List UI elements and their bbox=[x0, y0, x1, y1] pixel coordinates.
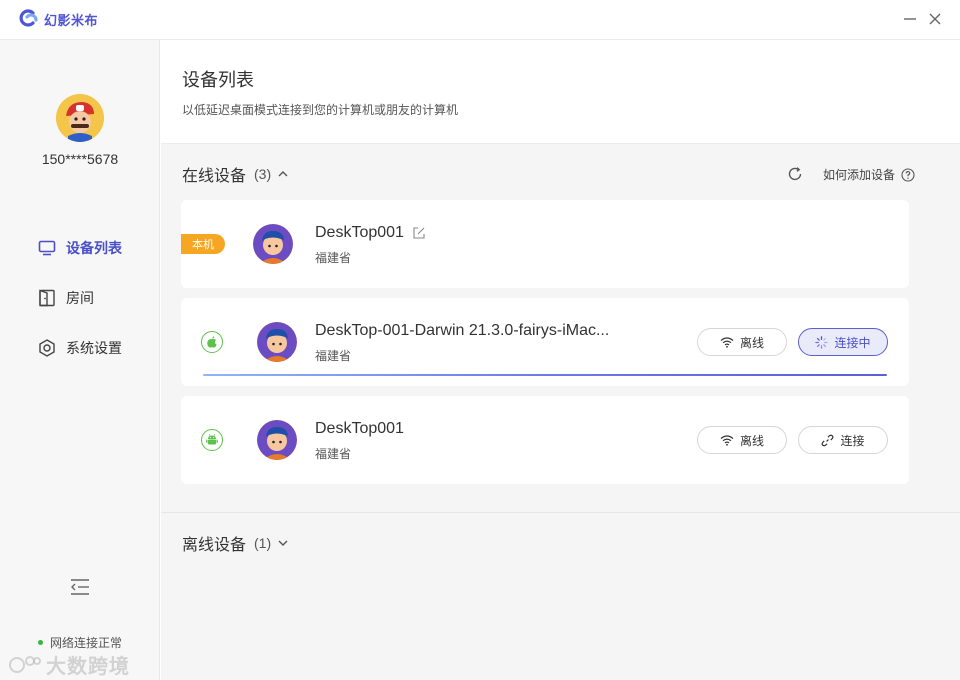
connect-button[interactable]: 连接 bbox=[798, 426, 888, 454]
close-icon bbox=[929, 13, 941, 25]
offline-button[interactable]: 离线 bbox=[697, 426, 787, 454]
device-avatar bbox=[253, 224, 293, 264]
online-count: (3) bbox=[254, 166, 272, 182]
watermark: 大数跨境 bbox=[8, 650, 130, 679]
chevron-up-icon bbox=[277, 168, 289, 180]
watermark-logo-icon bbox=[9, 655, 41, 673]
network-status: 网络连接正常 bbox=[38, 634, 122, 651]
boy-avatar-icon bbox=[257, 322, 297, 362]
device-name: DeskTop001 bbox=[315, 420, 404, 438]
minimize-button[interactable] bbox=[901, 10, 919, 28]
refresh-icon bbox=[788, 167, 802, 181]
device-location: 福建省 bbox=[315, 447, 352, 461]
device-name: DeskTop001 bbox=[315, 224, 426, 242]
watermark-text: 大数跨境 bbox=[46, 656, 130, 678]
apple-icon bbox=[201, 331, 223, 353]
online-section-toggle[interactable]: 在线设备 (3) bbox=[182, 162, 289, 186]
app-logo: 幻影米布 bbox=[18, 9, 98, 29]
page-title: 设备列表 bbox=[182, 70, 254, 90]
section-divider bbox=[161, 512, 960, 513]
offline-count: (1) bbox=[254, 535, 272, 551]
sidebar-item-label: 系统设置 bbox=[66, 340, 122, 356]
page-header: 设备列表 以低延迟桌面模式连接到您的计算机或朋友的计算机 bbox=[161, 40, 960, 144]
status-dot-icon bbox=[38, 640, 43, 645]
device-card-mac[interactable]: DeskTop-001-Darwin 21.3.0-fairys-iMac...… bbox=[181, 298, 909, 386]
main-panel: 设备列表 以低延迟桌面模式连接到您的计算机或朋友的计算机 在线设备 (3) 如何… bbox=[161, 40, 960, 680]
offline-button-label: 离线 bbox=[739, 335, 764, 350]
sidebar-item-label: 设备列表 bbox=[66, 240, 122, 256]
offline-section-toggle[interactable]: 离线设备 (1) bbox=[182, 531, 289, 555]
wifi-icon bbox=[720, 435, 734, 446]
chevron-down-icon bbox=[277, 537, 289, 549]
how-to-add-device-link[interactable]: 如何添加设备 bbox=[823, 166, 915, 183]
boy-avatar-icon bbox=[253, 224, 293, 264]
connecting-button[interactable]: 连接中 bbox=[798, 328, 888, 356]
question-circle-icon bbox=[901, 167, 915, 182]
connection-progress-bar bbox=[203, 374, 887, 376]
link-icon bbox=[822, 434, 834, 446]
collapse-sidebar-button[interactable] bbox=[70, 578, 90, 596]
offline-button[interactable]: 离线 bbox=[697, 328, 787, 356]
online-section-label: 在线设备 bbox=[182, 168, 247, 185]
minimize-icon bbox=[904, 18, 916, 20]
device-location: 福建省 bbox=[315, 349, 352, 363]
settings-hexagon-icon bbox=[38, 339, 56, 357]
connect-button-label: 连接 bbox=[840, 433, 865, 448]
sidebar-item-settings[interactable]: 系统设置 bbox=[38, 336, 122, 360]
refresh-button[interactable] bbox=[787, 166, 803, 182]
page-subtitle: 以低延迟桌面模式连接到您的计算机或朋友的计算机 bbox=[182, 103, 459, 117]
help-link-label: 如何添加设备 bbox=[823, 168, 896, 182]
connect-button-label: 连接中 bbox=[834, 335, 871, 350]
app-title: 幻影米布 bbox=[44, 12, 99, 28]
device-name-text: DeskTop-001-Darwin 21.3.0-fairys-iMac... bbox=[315, 322, 610, 339]
network-status-text: 网络连接正常 bbox=[50, 636, 123, 650]
device-name: DeskTop-001-Darwin 21.3.0-fairys-iMac... bbox=[315, 322, 609, 340]
offline-section-label: 离线设备 bbox=[182, 537, 247, 554]
door-icon bbox=[38, 289, 56, 307]
device-card-android[interactable]: DeskTop001 福建省 离线 连接 bbox=[181, 396, 909, 484]
boy-avatar-icon bbox=[257, 420, 297, 460]
offline-button-label: 离线 bbox=[739, 433, 764, 448]
android-icon bbox=[201, 429, 223, 451]
sidebar-item-device-list[interactable]: 设备列表 bbox=[38, 236, 122, 260]
device-content: 在线设备 (3) 如何添加设备 本机 DeskTop001 福建省 DeskTo… bbox=[161, 144, 960, 680]
device-card-local[interactable]: 本机 DeskTop001 福建省 bbox=[181, 200, 909, 288]
device-location: 福建省 bbox=[315, 251, 352, 265]
user-phone: 150****5678 bbox=[41, 151, 119, 167]
title-bar: 幻影米布 bbox=[0, 0, 960, 40]
collapse-menu-icon bbox=[71, 579, 89, 595]
sidebar-item-room[interactable]: 房间 bbox=[38, 286, 94, 310]
device-name-text: DeskTop001 bbox=[315, 224, 404, 241]
local-device-tag: 本机 bbox=[181, 234, 225, 254]
loading-spinner-icon bbox=[815, 335, 829, 349]
sidebar: 150****5678 设备列表 房间 系统设置 网络连接正常 大数跨境 bbox=[0, 40, 160, 680]
mario-avatar-icon bbox=[56, 94, 104, 142]
device-avatar bbox=[257, 420, 297, 460]
wifi-icon bbox=[720, 337, 734, 348]
edit-icon[interactable] bbox=[412, 226, 426, 240]
device-avatar bbox=[257, 322, 297, 362]
monitor-icon bbox=[38, 239, 56, 257]
device-name-text: DeskTop001 bbox=[315, 420, 404, 437]
app-logo-icon bbox=[19, 9, 38, 27]
close-button[interactable] bbox=[926, 10, 944, 28]
user-avatar[interactable] bbox=[56, 94, 104, 142]
sidebar-item-label: 房间 bbox=[66, 290, 94, 306]
